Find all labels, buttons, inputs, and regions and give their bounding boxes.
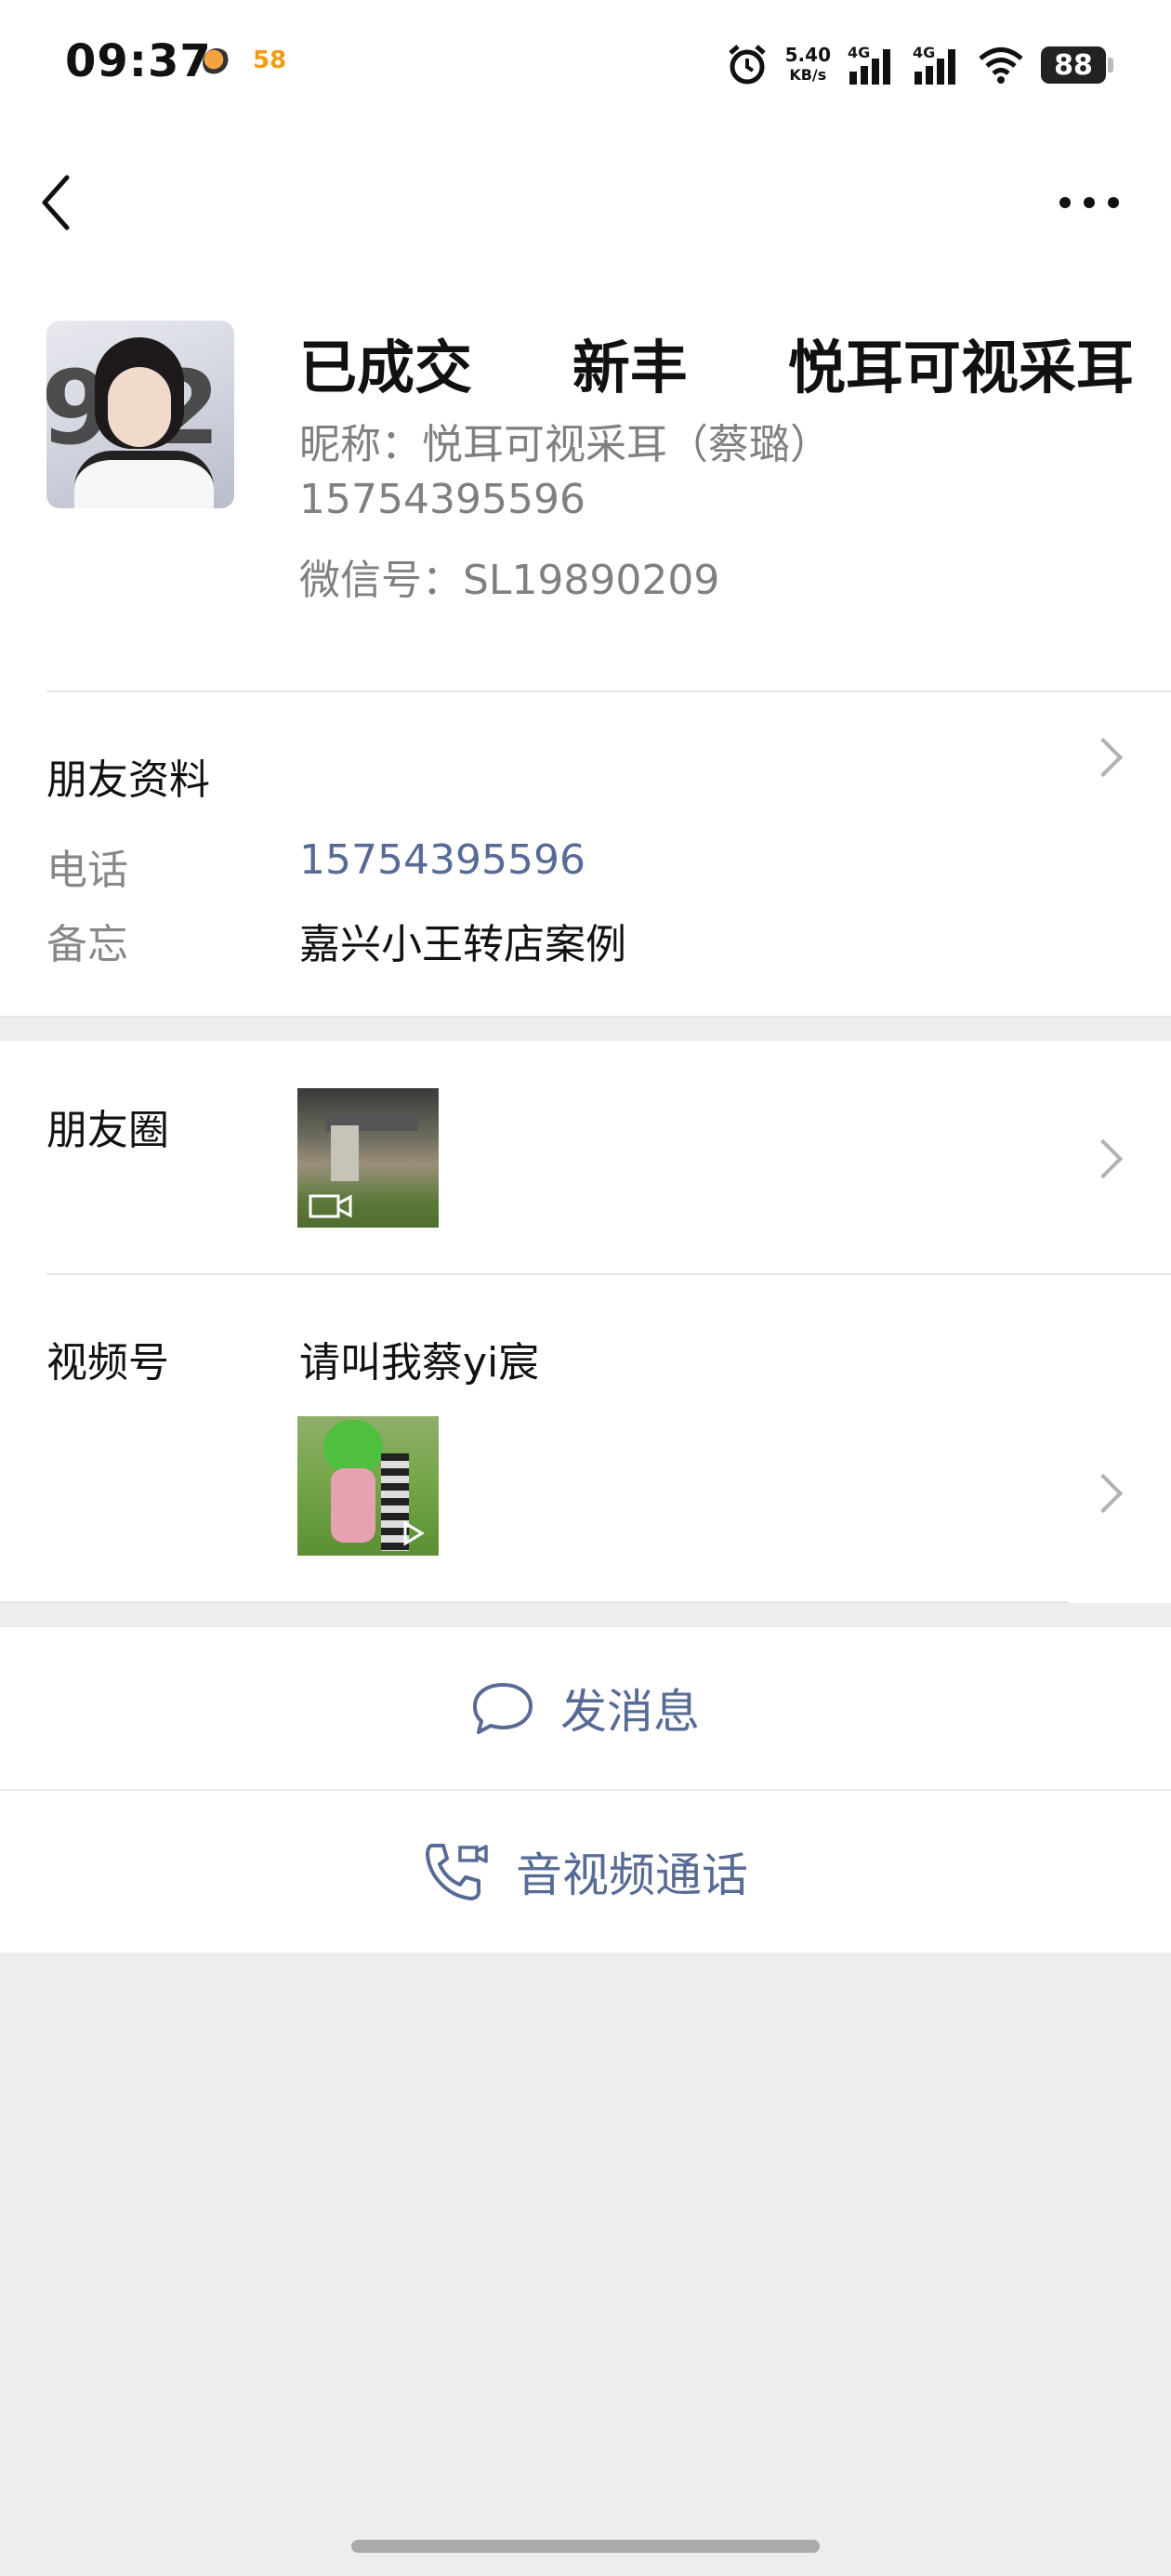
- play-icon: [403, 1520, 425, 1546]
- moments-thumbnail[interactable]: [297, 1088, 439, 1228]
- wifi-icon: [979, 47, 1023, 84]
- contact-remark-name: 已成交 新丰 悦耳可视采耳: [299, 334, 1134, 401]
- nav-bar: [0, 130, 1171, 279]
- phone-number-link[interactable]: 15754395596: [299, 836, 586, 884]
- memo-label: 备忘: [46, 921, 128, 968]
- send-message-button[interactable]: 发消息: [0, 1627, 1171, 1789]
- app-notification-icon: [203, 48, 230, 76]
- send-message-label: 发消息: [560, 1685, 700, 1739]
- nickname-text: 昵称：悦耳可视采耳（蔡璐）: [299, 421, 831, 468]
- home-indicator[interactable]: [351, 2540, 820, 2553]
- status-time: 09:37: [65, 35, 212, 87]
- phone-video-icon: [426, 1844, 488, 1900]
- friend-info-title: 朋友资料: [46, 756, 210, 804]
- channels-label: 视频号: [46, 1339, 169, 1387]
- cell-signal-1-icon: 4G: [848, 44, 896, 86]
- thumbnail-figure: [331, 1125, 359, 1181]
- section-gap: [0, 1603, 1171, 1627]
- phone-label: 电话: [46, 847, 128, 894]
- avatar-shirt: [74, 451, 214, 508]
- voice-video-call-label: 音视频通话: [516, 1848, 748, 1902]
- channels-name: 请叫我蔡yi宸: [299, 1339, 540, 1387]
- status-icons: 5.40 KB/s 4G 4G 88: [726, 41, 1113, 89]
- app-58-icon: 58: [253, 46, 287, 74]
- memo-value: 嘉兴小王转店案例: [299, 921, 626, 968]
- profile-phone-text: 15754395596: [299, 476, 586, 523]
- thumbnail-frog-body: [331, 1468, 375, 1543]
- moments-label: 朋友圈: [46, 1107, 169, 1154]
- channels-thumbnail[interactable]: [297, 1416, 439, 1556]
- voice-video-call-button[interactable]: 音视频通话: [0, 1791, 1171, 1952]
- avatar[interactable]: 92: [46, 321, 234, 508]
- section-gap: [0, 1018, 1171, 1042]
- thumbnail-frog-head: [323, 1420, 383, 1476]
- avatar-face: [108, 367, 171, 447]
- cell-signal-2-icon: 4G: [913, 44, 961, 86]
- channels-row[interactable]: [0, 1275, 1171, 1603]
- more-options-icon[interactable]: [1058, 191, 1121, 214]
- battery-indicator: 88: [1041, 46, 1113, 84]
- video-camera-icon: [309, 1194, 352, 1218]
- back-icon[interactable]: [37, 172, 74, 233]
- net-speed: 5.40 KB/s: [784, 44, 831, 84]
- alarm-icon: [728, 45, 766, 85]
- moments-row[interactable]: [0, 1041, 1171, 1273]
- wechat-id-text: 微信号：SL19890209: [299, 557, 720, 604]
- chat-bubble-icon: [473, 1683, 533, 1734]
